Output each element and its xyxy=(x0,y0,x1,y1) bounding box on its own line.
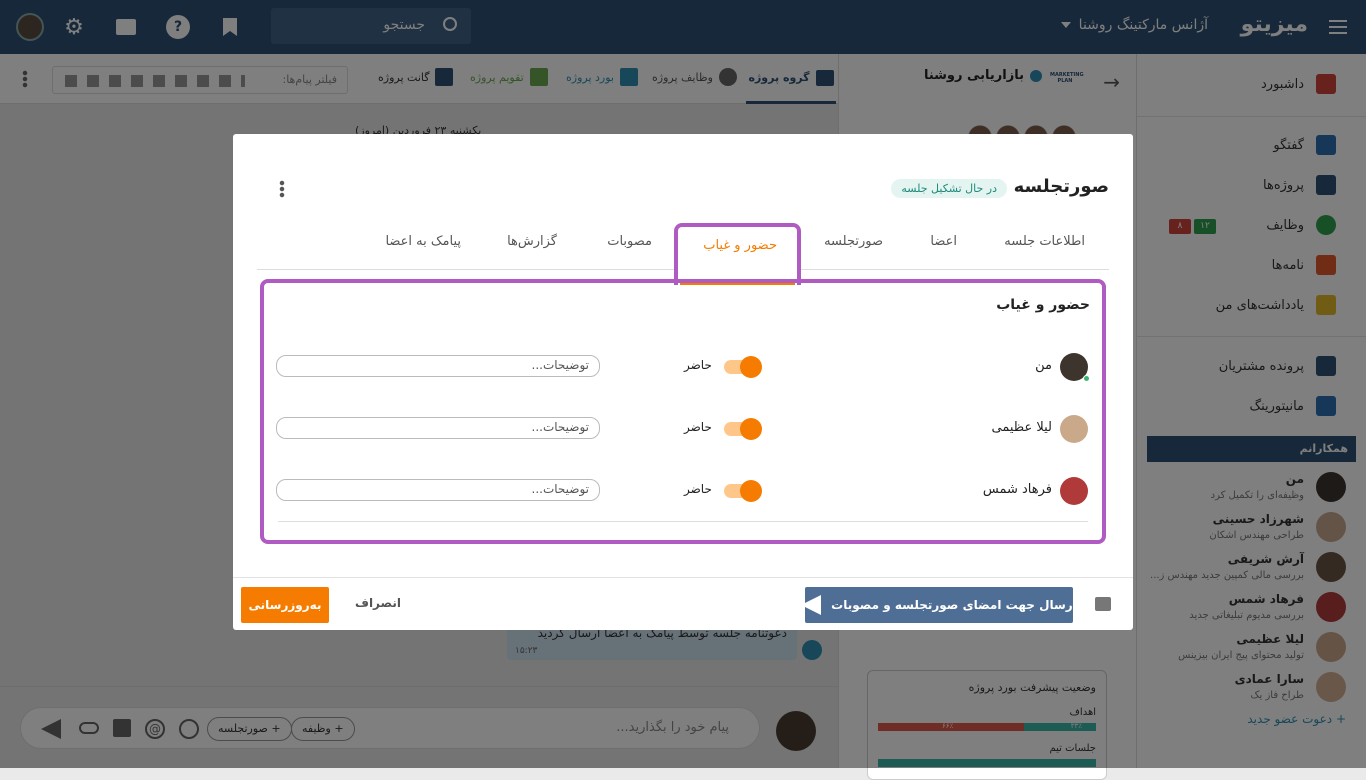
tab-attendance[interactable]: حضور و غیاب xyxy=(674,223,801,285)
tab-minutes[interactable]: صورتجلسه xyxy=(824,234,883,249)
tab-sms-members[interactable]: پیامک به اعضا xyxy=(385,234,461,249)
attendance-note-input[interactable]: توضیحات... xyxy=(276,479,600,501)
attendee-row: من حاضر توضیحات... xyxy=(264,349,1102,389)
attendee-row: لیلا عظیمی حاضر توضیحات... xyxy=(264,411,1102,451)
tab-members[interactable]: اعضا xyxy=(930,234,957,249)
attendance-panel: حضور و غیاب من حاضر توضیحات... لیلا عظیم… xyxy=(260,279,1106,544)
presence-toggle[interactable] xyxy=(724,356,762,378)
modal-footer: ارسال جهت امضای صورتجلسه و مصوبات انصراف… xyxy=(233,577,1133,630)
online-dot xyxy=(1083,375,1090,382)
meeting-minutes-modal: صورتجلسه در حال تشکیل جلسه اطلاعات جلسه … xyxy=(233,134,1133,630)
send-for-signature-button[interactable]: ارسال جهت امضای صورتجلسه و مصوبات xyxy=(801,587,1077,623)
tab-resolutions[interactable]: مصوبات xyxy=(607,234,652,249)
status-badge: در حال تشکیل جلسه xyxy=(891,179,1007,198)
print-icon[interactable] xyxy=(1095,597,1111,611)
update-button[interactable]: به‌روزرسانی xyxy=(241,587,329,623)
avatar xyxy=(1060,477,1088,505)
presence-toggle[interactable] xyxy=(724,418,762,440)
send-icon xyxy=(801,595,822,615)
tab-reports[interactable]: گزارش‌ها xyxy=(507,234,557,249)
presence-toggle[interactable] xyxy=(724,480,762,502)
more-options-icon[interactable] xyxy=(279,180,285,198)
attendance-note-input[interactable]: توضیحات... xyxy=(276,417,600,439)
tab-meeting-info[interactable]: اطلاعات جلسه xyxy=(1004,234,1085,249)
avatar xyxy=(1060,415,1088,443)
section-title: حضور و غیاب xyxy=(996,297,1090,313)
modal-title: صورتجلسه xyxy=(1013,176,1109,197)
attendance-note-input[interactable]: توضیحات... xyxy=(276,355,600,377)
cancel-button[interactable]: انصراف xyxy=(355,596,401,610)
panel-divider xyxy=(278,521,1088,522)
attendee-row: فرهاد شمس حاضر توضیحات... xyxy=(264,473,1102,513)
